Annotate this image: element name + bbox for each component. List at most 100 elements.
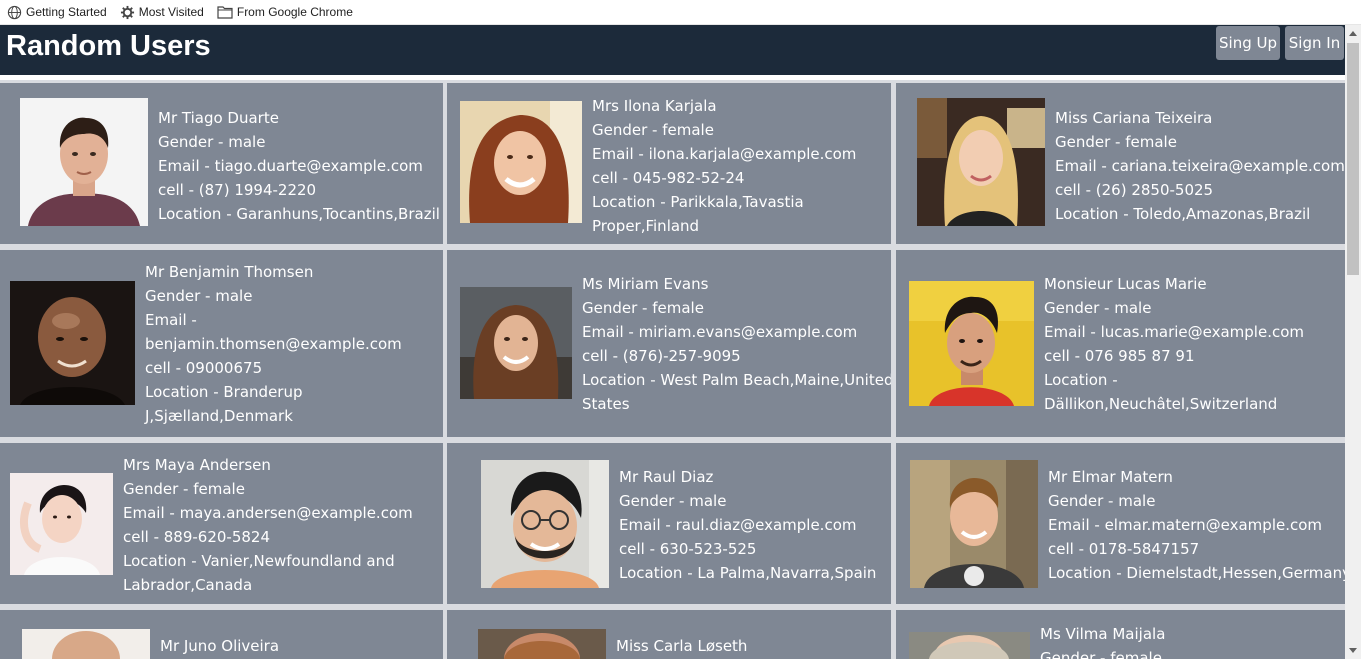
user-card: Mr Raul Diaz Gender - male Email - raul.… bbox=[447, 443, 891, 604]
user-info: Miss Cariana Teixeira Gender - female Em… bbox=[1055, 106, 1345, 226]
user-photo bbox=[460, 287, 572, 399]
user-photo bbox=[22, 629, 150, 659]
user-name: Monsieur Lucas Marie bbox=[1044, 275, 1207, 293]
user-cell: cell - 045-982-52-24 bbox=[592, 169, 745, 187]
user-photo bbox=[481, 460, 609, 588]
user-location: Location - bbox=[1044, 371, 1118, 389]
user-card: Mr Tiago Duarte Gender - male Email - ti… bbox=[0, 83, 443, 244]
user-gender: Gender - female bbox=[592, 121, 714, 139]
bookmark-most-visited[interactable]: Most Visited bbox=[120, 5, 204, 20]
user-card: Mrs Ilona Karjala Gender - female Email … bbox=[447, 83, 891, 244]
users-grid: Mr Tiago Duarte Gender - male Email - ti… bbox=[0, 80, 1345, 659]
user-location-cont: J,Sjælland,Denmark bbox=[145, 407, 293, 425]
user-name: Ms Miriam Evans bbox=[582, 275, 709, 293]
user-info: Ms Vilma Maijala Gender - female bbox=[1040, 622, 1165, 659]
user-gender: Gender - female bbox=[123, 480, 245, 498]
user-info: Mr Tiago Duarte Gender - male Email - ti… bbox=[158, 106, 440, 226]
user-cell: cell - 076 985 87 91 bbox=[1044, 347, 1195, 365]
user-cell: cell - (87) 1994-2220 bbox=[158, 181, 317, 199]
user-card: Ms Vilma Maijala Gender - female bbox=[896, 610, 1345, 659]
scrollbar-thumb[interactable] bbox=[1347, 43, 1359, 275]
user-cell: cell - (26) 2850-5025 bbox=[1055, 181, 1214, 199]
user-location: Location - West Palm Beach,Maine,United bbox=[582, 371, 891, 389]
user-photo bbox=[909, 632, 1030, 659]
user-card: Mr Benjamin Thomsen Gender - male Email … bbox=[0, 250, 443, 437]
folder-icon bbox=[217, 6, 233, 19]
scroll-up-arrow-icon[interactable] bbox=[1345, 25, 1361, 42]
vertical-scrollbar[interactable] bbox=[1345, 25, 1361, 659]
user-gender: Gender - female bbox=[582, 299, 704, 317]
user-email: Email - cariana.teixeira@example.com bbox=[1055, 157, 1345, 175]
user-photo bbox=[10, 473, 113, 575]
user-location: Location - Toledo,Amazonas,Brazil bbox=[1055, 205, 1311, 223]
user-location: Location - Parikkala,Tavastia bbox=[592, 193, 804, 211]
user-card: Mrs Maya Andersen Gender - female Email … bbox=[0, 443, 443, 604]
user-photo bbox=[10, 281, 135, 405]
user-card: Miss Cariana Teixeira Gender - female Em… bbox=[896, 83, 1345, 244]
user-location-cont: Labrador,Canada bbox=[123, 576, 253, 594]
user-email-cont: benjamin.thomsen@example.com bbox=[145, 335, 402, 353]
bookmark-label: Getting Started bbox=[26, 5, 107, 19]
user-location: Location - La Palma,Navarra,Spain bbox=[619, 564, 877, 582]
user-email: Email - bbox=[145, 311, 197, 329]
user-gender: Gender - male bbox=[1048, 492, 1156, 510]
user-cell: cell - (876)-257-9095 bbox=[582, 347, 741, 365]
scroll-down-arrow-icon[interactable] bbox=[1345, 642, 1361, 659]
user-photo bbox=[909, 281, 1034, 406]
user-cell: cell - 889-620-5824 bbox=[123, 528, 271, 546]
bookmark-folder-chrome[interactable]: From Google Chrome bbox=[217, 5, 353, 19]
user-info: Miss Carla Løseth bbox=[616, 634, 747, 658]
user-gender: Gender - male bbox=[619, 492, 727, 510]
user-email: Email - ilona.karjala@example.com bbox=[592, 145, 857, 163]
user-card: Mr Elmar Matern Gender - male Email - el… bbox=[896, 443, 1345, 604]
user-location-cont: Dällikon,Neuchâtel,Switzerland bbox=[1044, 395, 1278, 413]
gear-icon bbox=[120, 5, 134, 19]
user-name: Ms Vilma Maijala bbox=[1040, 625, 1166, 643]
user-photo bbox=[478, 629, 606, 659]
user-location: Location - Garanhuns,Tocantins,Brazil bbox=[158, 205, 440, 223]
bookmark-label: From Google Chrome bbox=[236, 5, 353, 19]
user-name: Miss Cariana Teixeira bbox=[1055, 109, 1213, 127]
user-info: Mr Elmar Matern Gender - male Email - el… bbox=[1048, 465, 1345, 585]
user-location: Location - Branderup bbox=[145, 383, 303, 401]
user-location: Location - Vanier,Newfoundland and bbox=[123, 552, 395, 570]
user-email: Email - elmar.matern@example.com bbox=[1048, 516, 1323, 534]
user-cell: cell - 630-523-525 bbox=[619, 540, 757, 558]
user-info: Mr Raul Diaz Gender - male Email - raul.… bbox=[619, 465, 876, 585]
user-info: Monsieur Lucas Marie Gender - male Email… bbox=[1044, 272, 1304, 416]
user-name: Mrs Maya Andersen bbox=[123, 456, 271, 474]
sign-up-button[interactable]: Sing Up bbox=[1216, 26, 1280, 60]
user-location-cont: States bbox=[582, 395, 630, 413]
user-location-cont: Proper,Finland bbox=[592, 217, 700, 235]
user-gender: Gender - female bbox=[1055, 133, 1177, 151]
user-card: Ms Miriam Evans Gender - female Email - … bbox=[447, 250, 891, 437]
user-photo bbox=[20, 98, 148, 226]
user-cell: cell - 0178-5847157 bbox=[1048, 540, 1200, 558]
user-info: Mr Benjamin Thomsen Gender - male Email … bbox=[145, 260, 402, 428]
user-email: Email - tiago.duarte@example.com bbox=[158, 157, 423, 175]
user-location: Location - Diemelstadt,Hessen,Germany bbox=[1048, 564, 1345, 582]
user-gender: Gender - male bbox=[145, 287, 253, 305]
user-name: Miss Carla Løseth bbox=[616, 637, 748, 655]
user-name: Mr Benjamin Thomsen bbox=[145, 263, 314, 281]
user-info: Mrs Ilona Karjala Gender - female Email … bbox=[592, 94, 856, 238]
user-name: Mr Tiago Duarte bbox=[158, 109, 279, 127]
user-name: Mr Raul Diaz bbox=[619, 468, 714, 486]
user-card: Monsieur Lucas Marie Gender - male Email… bbox=[896, 250, 1345, 437]
bookmark-getting-started[interactable]: Getting Started bbox=[7, 5, 107, 20]
app-header: Random Users Sing Up Sign In bbox=[0, 25, 1345, 75]
user-card: Miss Carla Løseth bbox=[447, 610, 891, 659]
sign-in-button[interactable]: Sign In bbox=[1285, 26, 1344, 60]
user-info: Ms Miriam Evans Gender - female Email - … bbox=[582, 272, 891, 416]
user-email: Email - lucas.marie@example.com bbox=[1044, 323, 1304, 341]
user-email: Email - maya.andersen@example.com bbox=[123, 504, 413, 522]
bookmark-label: Most Visited bbox=[138, 5, 204, 19]
page-title: Random Users bbox=[6, 30, 211, 62]
user-gender: Gender - female bbox=[1040, 649, 1162, 659]
user-gender: Gender - male bbox=[158, 133, 266, 151]
user-cell: cell - 09000675 bbox=[145, 359, 263, 377]
globe-icon bbox=[7, 5, 22, 19]
user-name: Mr Elmar Matern bbox=[1048, 468, 1173, 486]
user-name: Mr Juno Oliveira bbox=[160, 637, 280, 655]
user-info: Mr Juno Oliveira bbox=[160, 634, 279, 658]
